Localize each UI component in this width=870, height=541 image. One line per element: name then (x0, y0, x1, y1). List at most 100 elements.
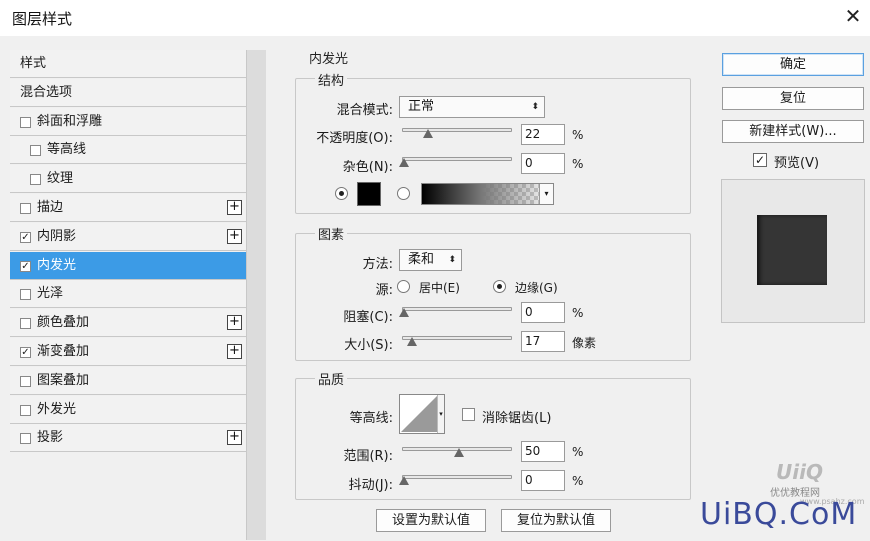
style-list-item[interactable]: 混合选项 (10, 78, 246, 107)
opacity-label: 不透明度(O): (316, 131, 393, 146)
jitter-slider[interactable] (402, 475, 512, 479)
gradient-picker[interactable]: ▾ (421, 183, 554, 205)
jitter-label: 抖动(J): (348, 478, 393, 493)
style-checkbox[interactable] (20, 289, 31, 301)
add-effect-plus-icon[interactable]: + (227, 315, 242, 331)
noise-slider-thumb[interactable] (399, 158, 409, 167)
style-list-item[interactable]: 样式 (10, 50, 246, 78)
style-list-label: 颜色叠加 (37, 315, 90, 331)
jitter-unit: % (572, 474, 584, 488)
noise-slider[interactable] (402, 157, 512, 161)
antialias-checkbox[interactable] (462, 408, 475, 421)
style-checkbox[interactable] (20, 433, 31, 445)
add-effect-plus-icon[interactable]: + (227, 430, 242, 446)
style-list-label: 内发光 (37, 257, 77, 273)
blend-mode-label: 混合模式: (336, 103, 393, 118)
style-list-item[interactable]: 颜色叠加 + (10, 309, 246, 338)
source-label: 源: (375, 283, 393, 298)
set-default-button[interactable]: 设置为默认值 (376, 509, 486, 532)
style-list-scrollbar[interactable] (246, 50, 266, 540)
style-list-item[interactable]: 纹理 (10, 165, 246, 194)
dropdown-arrow-icon[interactable]: ▾ (539, 184, 553, 204)
source-edge-label: 边缘(G) (515, 281, 558, 295)
jitter-slider-thumb[interactable] (399, 476, 409, 485)
style-list-item[interactable]: 斜面和浮雕 (10, 107, 246, 136)
style-checkbox[interactable]: ✓ (20, 260, 31, 272)
style-list-item[interactable]: 等高线 (10, 136, 246, 165)
preview-label: 预览(V) (774, 156, 820, 171)
updown-arrow-icon: ⬍ (531, 102, 539, 112)
choke-input[interactable]: 0 (521, 302, 565, 323)
watermark-logo: UiiQ (776, 460, 823, 484)
jitter-input[interactable]: 0 (521, 470, 565, 491)
style-list-label: 混合选项 (20, 84, 73, 100)
watermark-main: UiBQ.CoM (700, 497, 858, 532)
contour-label: 等高线: (349, 411, 393, 426)
close-icon[interactable]: ✕ (843, 6, 863, 26)
size-slider-thumb[interactable] (406, 337, 417, 346)
style-checkbox[interactable] (20, 203, 31, 214)
source-center-radio[interactable] (397, 280, 410, 293)
opacity-input[interactable]: 22 (521, 124, 565, 145)
range-input[interactable]: 50 (521, 441, 565, 462)
style-checkbox[interactable] (20, 375, 31, 387)
dropdown-arrow-icon[interactable]: ▾ (437, 395, 444, 433)
style-list-item[interactable]: ✓ 渐变叠加 + (10, 338, 246, 366)
size-input[interactable]: 17 (521, 331, 565, 352)
add-effect-plus-icon[interactable]: + (227, 344, 242, 359)
noise-input[interactable]: 0 (521, 153, 565, 174)
style-list-label: 内阴影 (37, 228, 77, 244)
style-list-label: 图案叠加 (37, 372, 90, 388)
style-list-label: 样式 (20, 56, 47, 71)
choke-slider[interactable] (402, 307, 512, 311)
style-checkbox[interactable] (20, 116, 31, 128)
title-bar (0, 0, 870, 36)
range-slider-thumb[interactable] (454, 448, 464, 457)
structure-title: 结构 (315, 70, 348, 89)
updown-arrow-icon: ⬍ (448, 255, 456, 265)
reset-default-button[interactable]: 复位为默认值 (501, 509, 611, 532)
style-checkbox[interactable] (20, 404, 31, 416)
opacity-unit: % (572, 128, 584, 142)
opacity-slider-thumb[interactable] (423, 129, 434, 138)
source-edge-radio[interactable] (493, 280, 506, 293)
style-checkbox[interactable] (20, 318, 31, 330)
style-list-item[interactable]: 图案叠加 (10, 366, 246, 395)
method-label: 方法: (362, 257, 393, 272)
add-effect-plus-icon[interactable]: + (227, 200, 242, 215)
choke-slider-thumb[interactable] (399, 308, 409, 317)
style-list-item[interactable]: 外发光 (10, 395, 246, 424)
add-effect-plus-icon[interactable]: + (227, 228, 242, 244)
style-list-item[interactable]: 投影 + (10, 424, 246, 453)
color-radio[interactable] (335, 187, 348, 200)
style-list-item[interactable]: 描边 + (10, 194, 246, 222)
style-list-item[interactable]: ✓ 内发光 (10, 251, 246, 280)
style-list-item[interactable]: ✓ 内阴影 + (10, 222, 246, 251)
size-slider[interactable] (402, 336, 512, 340)
method-select[interactable]: 柔和 ⬍ (399, 249, 462, 271)
contour-picker[interactable]: ▾ (399, 394, 445, 434)
reset-button[interactable]: 复位 (722, 87, 864, 110)
ok-button[interactable]: 确定 (722, 53, 864, 76)
opacity-slider[interactable] (402, 128, 512, 132)
range-label: 范围(R): (343, 449, 393, 464)
choke-unit: % (572, 306, 584, 320)
color-swatch[interactable] (357, 182, 381, 206)
style-checkbox[interactable]: ✓ (20, 231, 31, 243)
style-list-label: 投影 (37, 430, 64, 446)
preview-checkbox[interactable]: ✓ (753, 153, 767, 167)
size-unit: 像素 (572, 336, 597, 350)
style-checkbox[interactable] (30, 145, 41, 157)
style-list-item[interactable]: 光泽 (10, 280, 246, 309)
new-style-button[interactable]: 新建样式(W)... (722, 120, 864, 143)
style-list: 样式 混合选项 斜面和浮雕 等高线 纹理 描边 + ✓ 内阴影 + ✓ 内发光 光泽 颜色叠加 + ✓ 渐变叠加… (10, 50, 268, 540)
elements-title: 图素 (315, 224, 348, 243)
style-list-label: 斜面和浮雕 (37, 113, 103, 129)
style-checkbox[interactable] (30, 174, 41, 186)
choke-label: 阻塞(C): (343, 310, 393, 325)
blend-mode-select[interactable]: 正常 ⬍ (399, 96, 545, 118)
style-checkbox[interactable]: ✓ (20, 347, 31, 358)
gradient-radio[interactable] (397, 187, 410, 200)
window-title: 图层样式 (12, 10, 73, 28)
panel-title: 内发光 (306, 48, 352, 67)
